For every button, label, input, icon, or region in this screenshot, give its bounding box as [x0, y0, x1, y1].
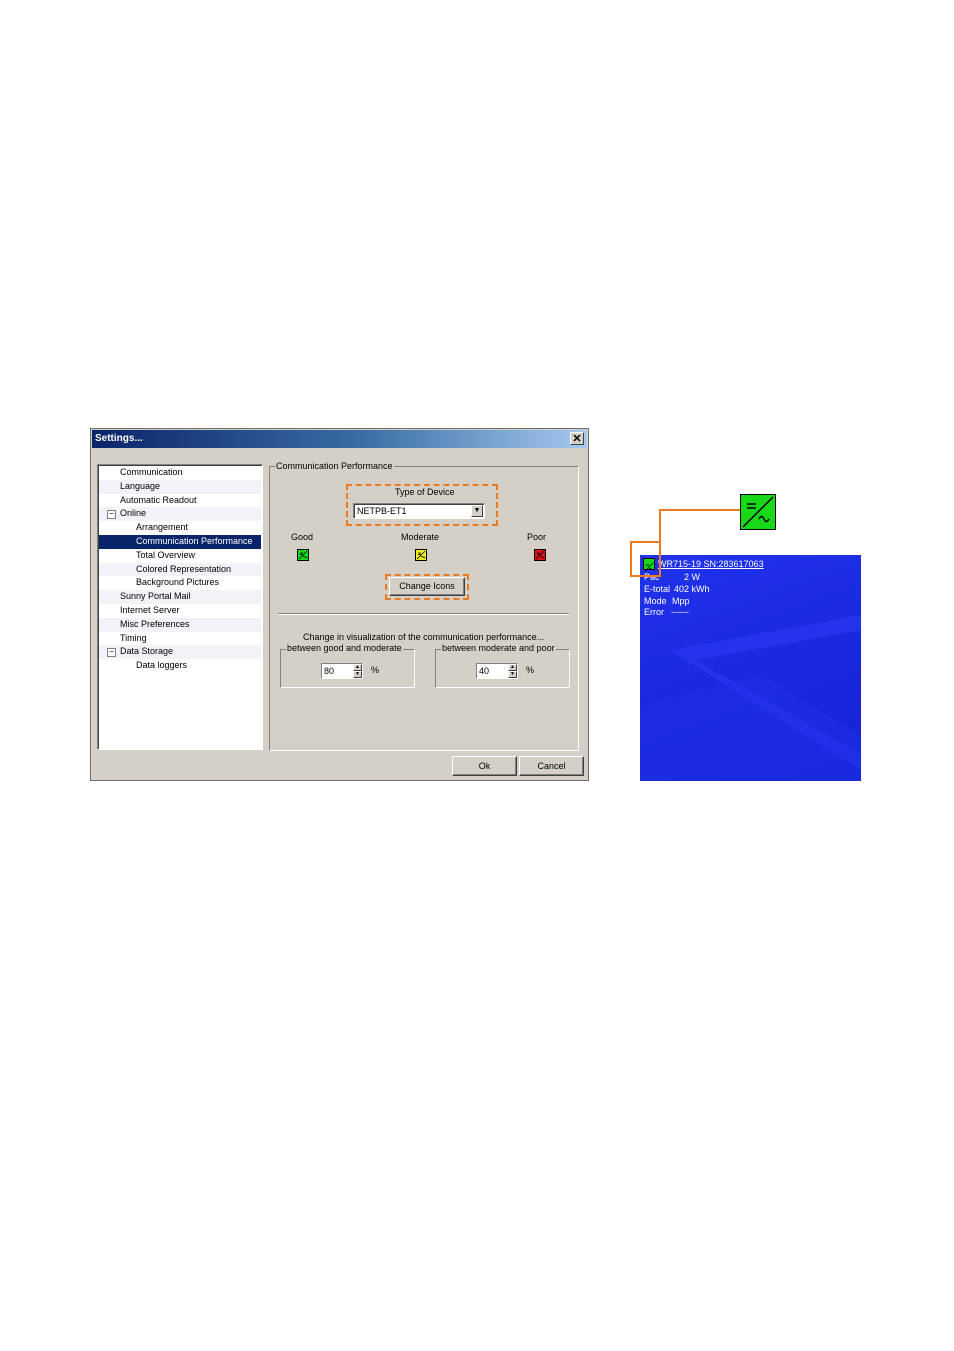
inverter-moderate-icon: [415, 549, 427, 561]
inverter-poor-icon: [534, 549, 546, 561]
tree-item-label: Sunny Portal Mail: [120, 591, 191, 602]
device-name-link[interactable]: WR715-19 SN:283617063: [658, 559, 764, 569]
tree-item[interactable]: − Data Storage: [99, 645, 261, 660]
spin-down-icon[interactable]: ▼: [353, 671, 362, 678]
good-moderate-legend: between good and moderate: [286, 643, 403, 653]
tree-item[interactable]: Internet Server: [99, 604, 261, 618]
tree-item[interactable]: Background Pictures: [99, 576, 261, 590]
tree-item-label: Total Overview: [136, 549, 196, 560]
close-icon[interactable]: ✕: [570, 432, 584, 445]
tree-item-label: Automatic Readout: [120, 494, 197, 505]
tree-item-label: Communication Performance: [136, 535, 253, 549]
tree-item-label: Timing: [120, 632, 147, 643]
tree-item-label: Communication: [120, 467, 183, 477]
etotal-label: E-total: [644, 584, 671, 594]
good-label: Good: [291, 532, 314, 542]
moderate-poor-legend: between moderate and poor: [441, 643, 556, 653]
moderate-poor-spinner[interactable]: 40 ▲ ▼: [476, 663, 518, 679]
tree-item-label: Language: [120, 480, 161, 491]
panel-divider: [278, 613, 569, 615]
status-icon-highlight: [630, 541, 661, 577]
spin-up-icon[interactable]: ▲: [353, 664, 362, 671]
tree-item-label: Online: [120, 508, 147, 519]
good-moderate-group: between good and moderate 80 ▲ ▼ %: [280, 643, 415, 688]
tree-item[interactable]: Automatic Readout: [99, 494, 261, 508]
tree-item[interactable]: Communication: [99, 466, 261, 480]
tree-item[interactable]: Data loggers: [99, 659, 261, 673]
device-type-highlight: [346, 484, 498, 526]
ok-button[interactable]: Ok: [452, 756, 517, 776]
settings-dialog: Settings... ✕ Communication Language Autom…: [90, 428, 589, 781]
mode-value: Mpp: [672, 596, 690, 606]
collapse-icon[interactable]: −: [107, 510, 116, 520]
tree-item-label: Arrangement: [136, 522, 189, 533]
tree-item-label: Internet Server: [120, 605, 180, 615]
tree-item-label: Misc Preferences: [120, 618, 190, 629]
tree-item-label: Background Pictures: [136, 577, 220, 588]
tree-item[interactable]: Misc Preferences: [99, 617, 261, 632]
change-visualization-text: Change in visualization of the communica…: [303, 632, 545, 642]
percent-label: %: [526, 665, 535, 675]
tree-item[interactable]: Communication Performance: [99, 535, 261, 549]
tree-item[interactable]: − Online: [99, 507, 261, 522]
tree-item[interactable]: Colored Representation: [99, 562, 261, 577]
tree-item[interactable]: Sunny Portal Mail: [99, 590, 261, 604]
tree-item-label: Data Storage: [120, 646, 174, 657]
cancel-button[interactable]: Cancel: [519, 756, 584, 776]
moderate-poor-group: between moderate and poor 40 ▲ ▼ %: [435, 643, 570, 688]
change-icons-highlight: [385, 574, 469, 600]
settings-tree: Communication Language Automatic Readout − O…: [97, 464, 263, 750]
etotal-value: 402 kWh: [674, 584, 710, 594]
percent-label: %: [371, 665, 380, 675]
tree-item[interactable]: Total Overview: [99, 549, 261, 563]
tree-item[interactable]: Arrangement: [99, 521, 261, 535]
collapse-icon[interactable]: −: [107, 648, 116, 658]
tree-item[interactable]: Timing: [99, 632, 261, 646]
inverter-good-icon: [297, 549, 309, 561]
inverter-good-large-icon: [740, 494, 776, 530]
good-moderate-value: 80: [324, 666, 335, 676]
dialog-title: Settings...: [95, 433, 143, 444]
moderate-poor-value: 40: [479, 666, 490, 676]
moderate-label: Moderate: [401, 532, 440, 542]
tree-item-label: Data loggers: [136, 660, 188, 671]
callout-line-horizontal: [659, 509, 740, 511]
error-label: Error: [644, 607, 664, 617]
error-value: ------: [671, 607, 689, 617]
device-view-panel: WR715-19 SN:283617063 Pac 2 W E-total 40…: [640, 555, 861, 781]
tree-item[interactable]: Language: [99, 479, 261, 494]
spin-down-icon[interactable]: ▼: [508, 671, 517, 678]
panel-legend: Communication Performance: [275, 461, 394, 471]
callout-line-vertical: [659, 509, 661, 542]
good-moderate-spinner[interactable]: 80 ▲ ▼: [321, 663, 363, 679]
spin-up-icon[interactable]: ▲: [508, 664, 517, 671]
dialog-titlebar[interactable]: Settings... ✕: [92, 430, 587, 448]
poor-label: Poor: [527, 532, 547, 542]
pac-value: 2 W: [684, 572, 701, 582]
tree-item-label: Colored Representation: [136, 563, 232, 574]
mode-label: Mode: [644, 596, 667, 606]
